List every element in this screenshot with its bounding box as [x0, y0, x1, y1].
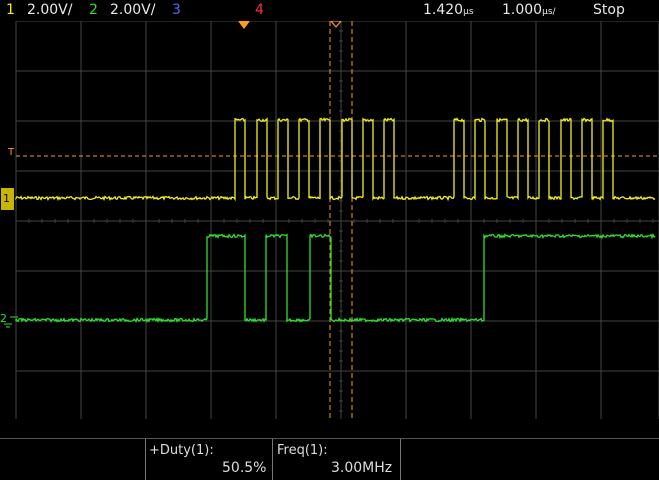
freq-value: 3.00MHz: [331, 460, 393, 476]
freq-label: Freq(1):: [277, 443, 328, 458]
ch1-number[interactable]: 1: [6, 1, 15, 19]
ch2-number[interactable]: 2: [89, 1, 98, 19]
ch3-number[interactable]: 3: [172, 1, 181, 19]
trigger-level-marker[interactable]: T: [7, 147, 15, 158]
trigger-position-marker[interactable]: [238, 21, 250, 29]
duty-label: +Duty(1):: [149, 443, 214, 458]
ch2-marker-label: 2: [0, 312, 7, 325]
ch1-marker-label: 1: [3, 192, 10, 205]
graticule: [15, 21, 659, 419]
run-stop-status[interactable]: Stop: [593, 1, 625, 19]
cursor-position-marker[interactable]: [330, 21, 342, 28]
timebase[interactable]: 1.000µs/: [502, 1, 556, 21]
ch4-number[interactable]: 4: [255, 1, 264, 19]
ch1-ground-marker[interactable]: 1: [1, 188, 14, 210]
ch2-waveform: [15, 232, 656, 324]
ch2-scale[interactable]: 2.00V/: [110, 1, 155, 19]
time-offset[interactable]: 1.420µs: [423, 1, 474, 21]
measurement-panel: +Duty(1): 50.5% Freq(1): 3.00MHz: [0, 419, 659, 480]
duty-value: 50.5%: [222, 460, 267, 476]
ch2-ground-marker[interactable]: 2: [0, 312, 18, 328]
ch1-scale[interactable]: 2.00V/: [27, 1, 72, 19]
ch1-waveform: [15, 117, 656, 202]
status-bar: 1 2.00V/ 2 2.00V/ 3 4 1.420µs 1.000µs/ S…: [0, 0, 659, 20]
waveform-display[interactable]: 1 2 T: [0, 21, 659, 419]
